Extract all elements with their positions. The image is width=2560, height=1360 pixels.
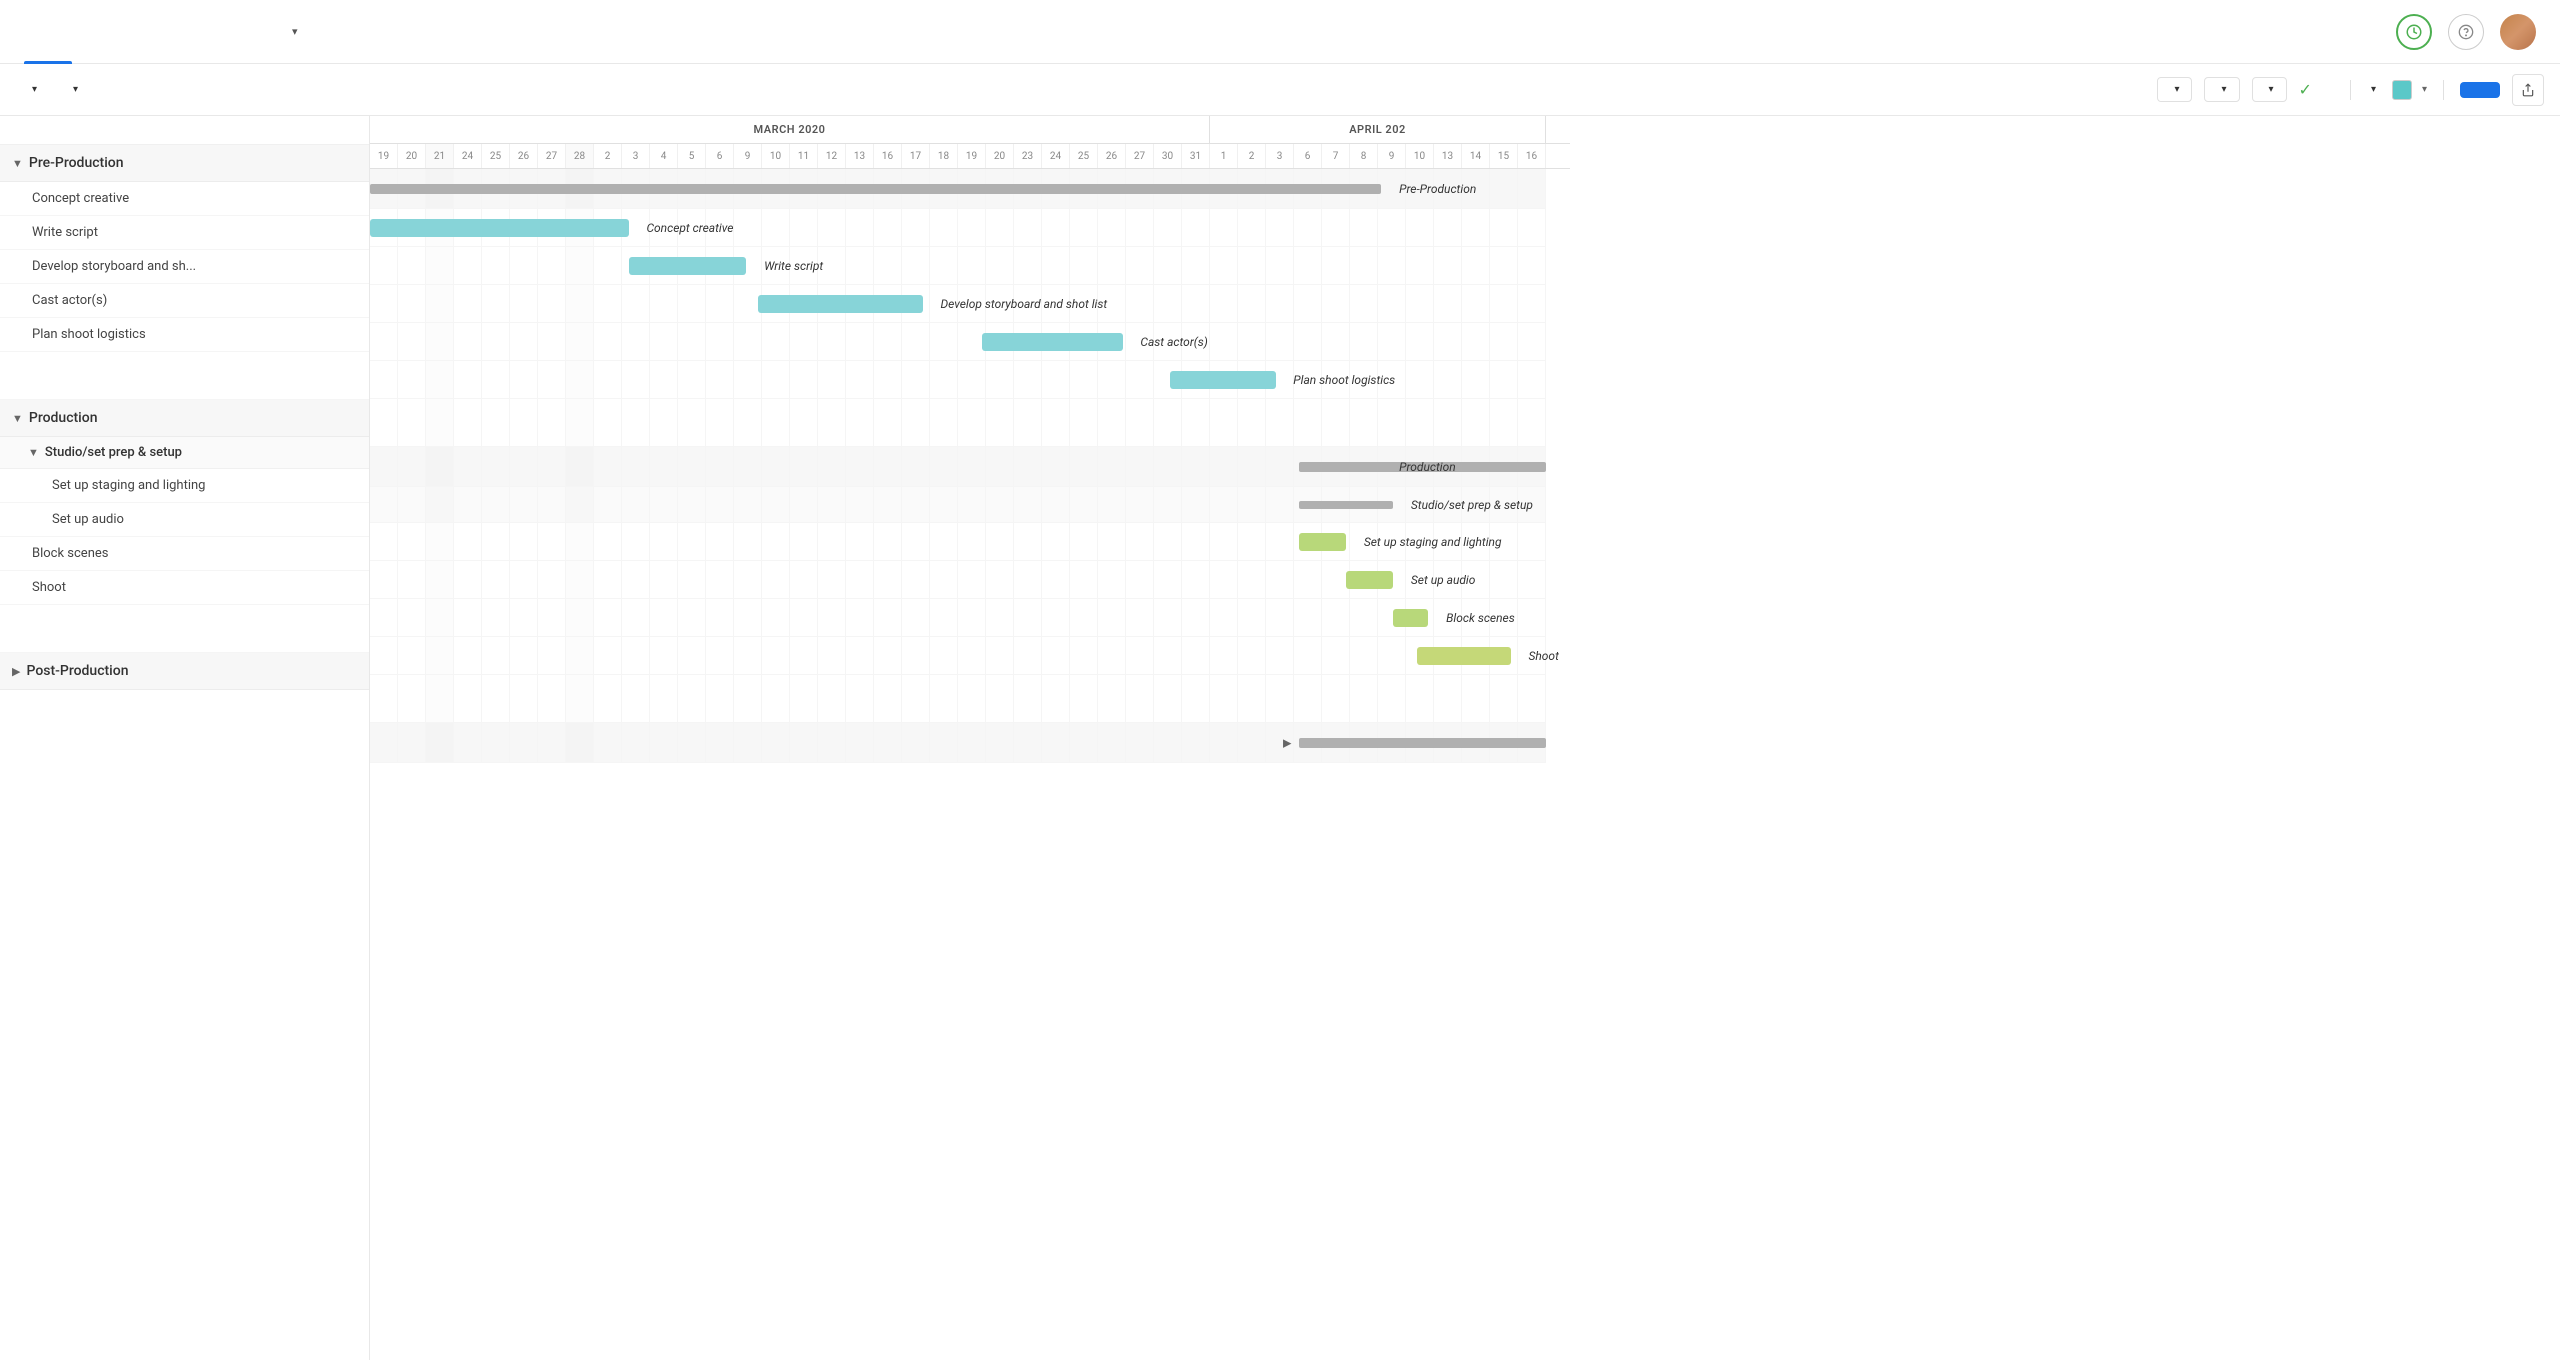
divider [2350, 80, 2351, 100]
gantt-bar-logistics_bar[interactable] [1170, 371, 1276, 389]
project-title [0, 116, 369, 145]
task-list-panel: ▼ Pre-Production Concept creative Write … [0, 116, 370, 1360]
gantt-row [370, 399, 1546, 447]
chevron-down-icon: ▾ [73, 84, 78, 95]
tab-people[interactable] [216, 0, 264, 64]
gantt-bar-production_bar[interactable] [1299, 462, 1546, 472]
gantt-bar-pre_prod_bar[interactable] [370, 184, 1381, 194]
chevron-down-icon: ▾ [292, 25, 298, 38]
gantt-bar-storyboard_bar[interactable] [758, 295, 923, 313]
expand-arrow-icon: ▶ [12, 665, 20, 678]
collapse-arrow-icon: ▼ [12, 157, 23, 170]
group-post-production[interactable]: ▶ Post-Production [0, 653, 369, 690]
empty-row-1 [0, 352, 369, 400]
chevron-down-icon: ▾ [2269, 84, 2274, 95]
tab-discussions[interactable] [168, 0, 216, 64]
group-pre-production[interactable]: ▼ Pre-Production [0, 145, 369, 182]
gantt-row: Concept creative [370, 209, 1546, 247]
gantt-bar-audio_bar[interactable] [1346, 571, 1393, 589]
help-icon-button[interactable] [2448, 14, 2484, 50]
collapse-arrow-icon: ▼ [28, 446, 39, 459]
chevron-down-icon: ▾ [2221, 84, 2226, 95]
gantt-bar-post-production[interactable] [1299, 738, 1546, 748]
share-icon-button[interactable] [2512, 74, 2544, 106]
nav-tabs: ▾ [24, 0, 2396, 64]
task-cast-actors[interactable]: Cast actor(s) [0, 284, 369, 318]
menu-button[interactable]: ▾ [16, 78, 49, 101]
gantt-row: Studio/set prep & setup [370, 487, 1546, 523]
gantt-row: Pre-Production [370, 169, 1546, 209]
task-concept-creative[interactable]: Concept creative [0, 182, 369, 216]
group-production[interactable]: ▼ Production [0, 400, 369, 437]
task-develop-storyboard[interactable]: Develop storyboard and sh... [0, 250, 369, 284]
gantt-bar-block_bar[interactable] [1393, 609, 1428, 627]
task-block-scenes[interactable]: Block scenes [0, 537, 369, 571]
top-navigation: ▾ [0, 0, 2560, 64]
divider-2 [2443, 80, 2444, 100]
task-set-up-audio[interactable]: Set up audio [0, 503, 369, 537]
gantt-row: Set up audio [370, 561, 1546, 599]
gantt-body: Pre-ProductionConcept creativeWrite scri… [370, 169, 1570, 763]
invite-people-button[interactable] [2460, 82, 2500, 98]
gantt-bar-studio_setup_bar[interactable] [1299, 501, 1393, 509]
zoom-control[interactable]: ▾ [2367, 84, 2376, 95]
all-colors-filter[interactable]: ▾ [2252, 77, 2287, 102]
gantt-header: MARCH 2020APRIL 202192021242526272823456… [370, 116, 1570, 169]
avatar[interactable] [2500, 14, 2536, 50]
chevron-down-icon: ▾ [2174, 84, 2179, 95]
gantt-row: Production [370, 447, 1546, 487]
tab-more[interactable]: ▾ [264, 0, 322, 64]
tab-calendar[interactable] [120, 0, 168, 64]
all-dates-filter[interactable]: ▾ [2204, 77, 2239, 102]
chevron-down-icon: ▾ [2422, 84, 2427, 95]
gantt-row: Shoot [370, 637, 1546, 675]
gantt-row: Write script [370, 247, 1546, 285]
task-shoot[interactable]: Shoot [0, 571, 369, 605]
task-write-script[interactable]: Write script [0, 216, 369, 250]
toolbar: ▾ ▾ ▾ ▾ ▾ ✓ ▾ ▾ [0, 64, 2560, 116]
chevron-down-icon: ▾ [32, 84, 37, 95]
main-content: ▼ Pre-Production Concept creative Write … [0, 116, 2560, 1360]
collapse-arrow-icon: ▼ [12, 412, 23, 425]
gantt-bar-concept_bar[interactable] [370, 219, 629, 237]
tab-list[interactable] [72, 0, 120, 64]
task-set-up-staging[interactable]: Set up staging and lighting [0, 469, 369, 503]
gantt-bar-staging_bar[interactable] [1299, 533, 1346, 551]
view-button[interactable]: ▾ [57, 78, 90, 101]
gantt-row: ▶ [370, 723, 1546, 763]
task-plan-shoot-logistics[interactable]: Plan shoot logistics [0, 318, 369, 352]
gantt-row: Cast actor(s) [370, 323, 1546, 361]
expand-arrow-icon[interactable]: ▶ [1283, 736, 1291, 749]
gantt-bar-cast_bar[interactable] [982, 333, 1123, 351]
gantt-row: Develop storyboard and shot list [370, 285, 1546, 323]
gantt-row: Block scenes [370, 599, 1546, 637]
checkbox-checked-icon: ✓ [2299, 80, 2312, 99]
nav-right-icons [2396, 14, 2536, 50]
gantt-bar-shoot_bar[interactable] [1417, 647, 1511, 665]
subgroup-studio-setup[interactable]: ▼ Studio/set prep & setup [0, 437, 369, 469]
empty-row-2 [0, 605, 369, 653]
everyone-filter[interactable]: ▾ [2157, 77, 2192, 102]
timer-icon-button[interactable] [2396, 14, 2432, 50]
gantt-bar-script_bar[interactable] [629, 257, 747, 275]
gantt-panel: MARCH 2020APRIL 202192021242526272823456… [370, 116, 2560, 1360]
tab-gantt[interactable] [24, 0, 72, 64]
hide-completed-toggle[interactable]: ✓ [2299, 80, 2318, 99]
chevron-down-icon: ▾ [2371, 84, 2376, 95]
color-swatch[interactable] [2392, 80, 2412, 100]
gantt-row [370, 675, 1546, 723]
gantt-row: Plan shoot logistics [370, 361, 1546, 399]
gantt-row: Set up staging and lighting [370, 523, 1546, 561]
